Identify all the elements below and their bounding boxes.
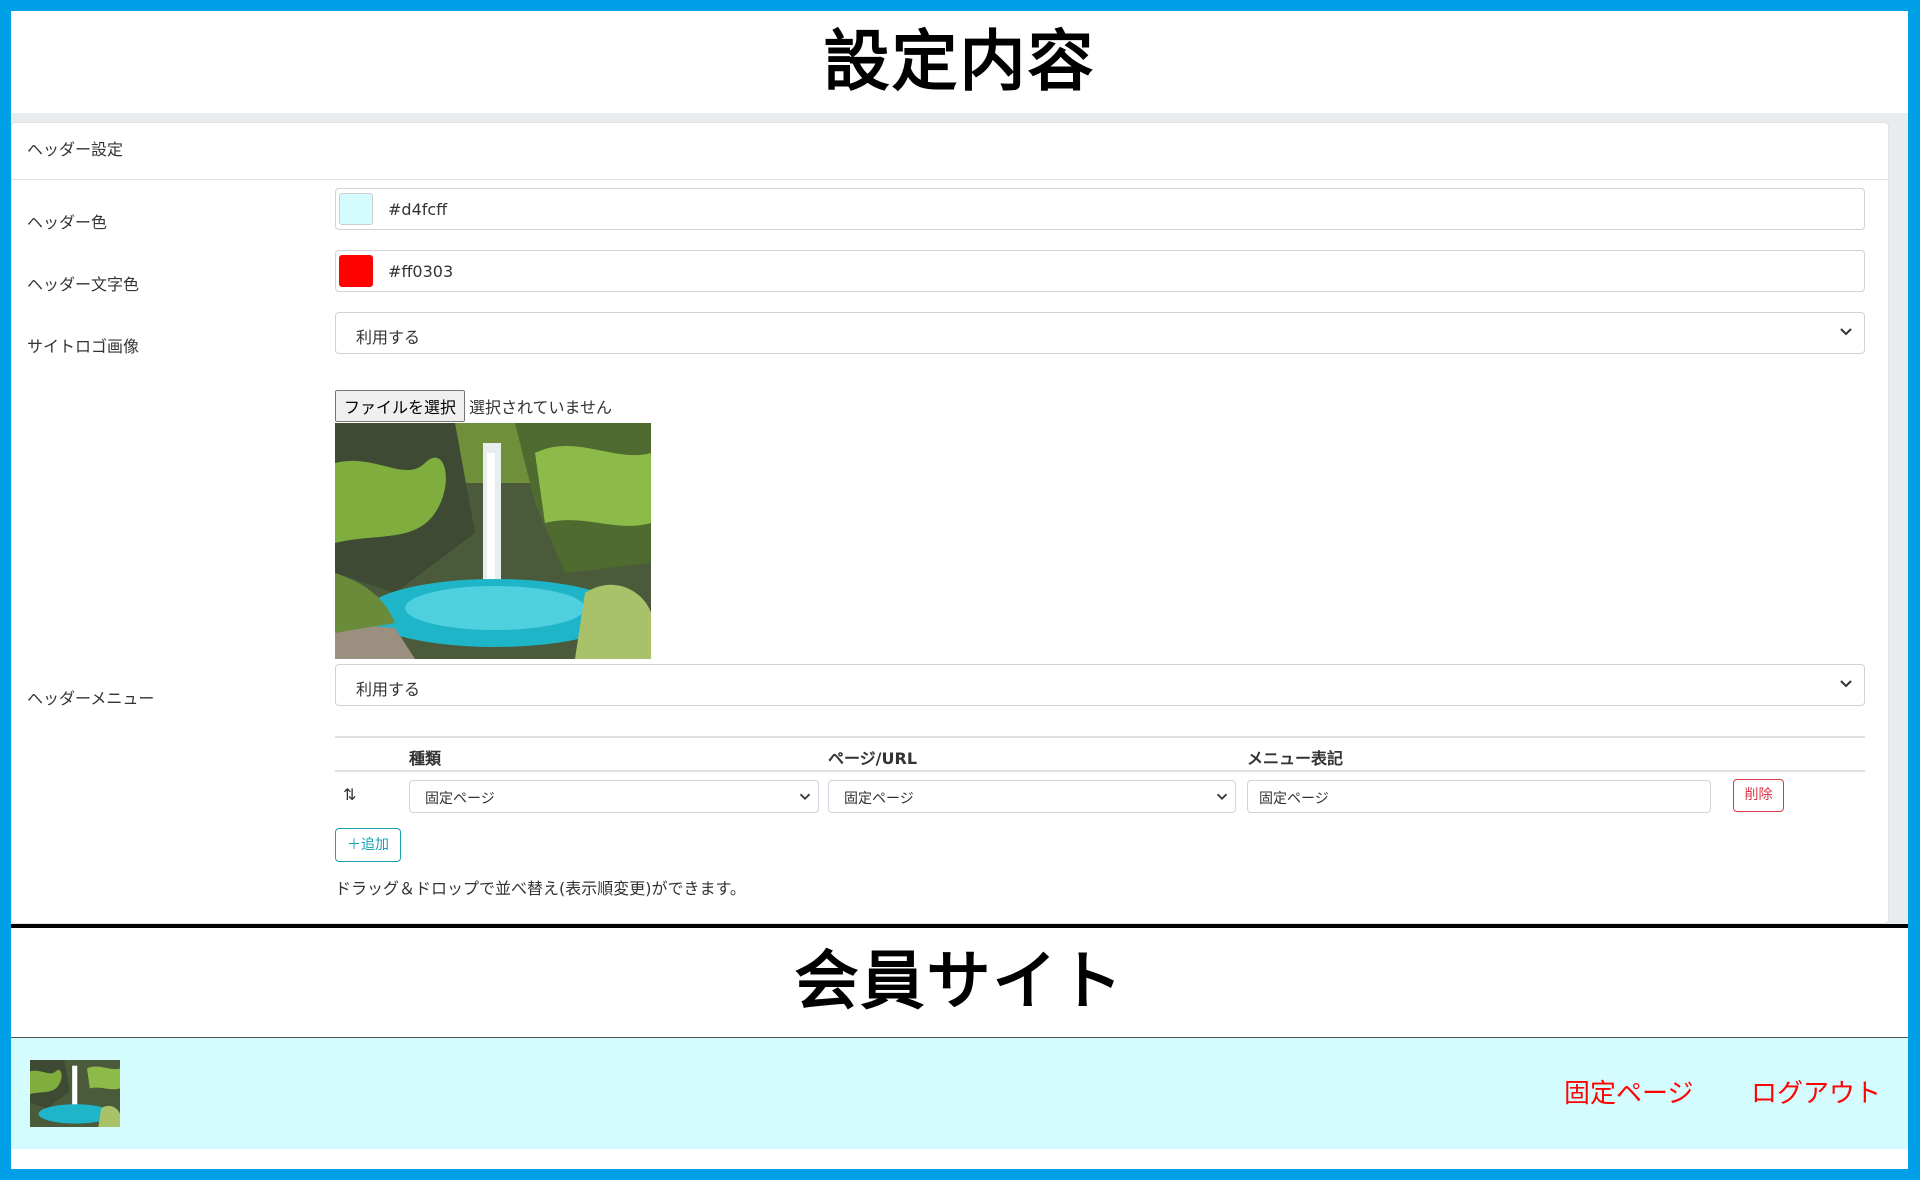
menu-type-value: 固定ページ bbox=[425, 791, 495, 807]
waterfall-image bbox=[335, 423, 651, 659]
site-logo[interactable] bbox=[30, 1060, 120, 1127]
header-menu-label: ヘッダーメニュー bbox=[27, 689, 155, 708]
nav-link-fixed-page[interactable]: 固定ページ bbox=[1564, 1073, 1693, 1110]
page-frame: 設定内容 ヘッダー設定 ヘッダー色 #d4fcff ヘッダー文字色 #ff030… bbox=[11, 11, 1908, 1169]
column-header-menu-label: メニュー表記 bbox=[1247, 749, 1344, 768]
drag-handle-icon[interactable]: ⇅ bbox=[343, 785, 356, 804]
waterfall-logo-image bbox=[30, 1060, 120, 1127]
file-chooser: ファイルを選択 選択されていません bbox=[335, 390, 612, 422]
logo-preview-image bbox=[335, 423, 651, 659]
header-color-value: #d4fcff bbox=[388, 200, 448, 219]
header-text-color-swatch[interactable] bbox=[339, 255, 373, 287]
header-color-swatch[interactable] bbox=[339, 193, 373, 225]
header-menu-selected: 利用する bbox=[356, 680, 421, 699]
menu-page-value: 固定ページ bbox=[844, 791, 914, 807]
header-menu-select[interactable]: 利用する bbox=[335, 664, 1865, 706]
bottom-strip bbox=[11, 1149, 1908, 1169]
column-header-page-url: ページ/URL bbox=[828, 749, 918, 768]
settings-title: 設定内容 bbox=[823, 23, 1096, 100]
file-status: 選択されていません bbox=[469, 398, 613, 417]
chevron-down-icon bbox=[1840, 328, 1852, 336]
drag-help-text: ドラッグ＆ドロップで並べ替え(表示順変更)ができます。 bbox=[335, 879, 746, 898]
menu-table: 種類 ページ/URL メニュー表記 ⇅ 固定ページ 固定ページ 固定ページ 削除 bbox=[335, 736, 1865, 820]
menu-label-value: 固定ページ bbox=[1259, 791, 1329, 807]
card-header: ヘッダー設定 bbox=[12, 123, 1888, 180]
column-header-type: 種類 bbox=[409, 749, 442, 768]
header-color-label: ヘッダー色 bbox=[27, 213, 108, 232]
delete-button[interactable]: 削除 bbox=[1733, 779, 1784, 812]
menu-label-input[interactable]: 固定ページ bbox=[1247, 780, 1711, 813]
header-text-color-label: ヘッダー文字色 bbox=[27, 275, 140, 294]
site-logo-selected: 利用する bbox=[356, 328, 421, 347]
chevron-down-icon bbox=[799, 793, 811, 800]
header-color-field[interactable]: #d4fcff bbox=[335, 188, 1865, 230]
site-logo-select[interactable]: 利用する bbox=[335, 312, 1865, 354]
chevron-down-icon bbox=[1840, 680, 1852, 688]
header-text-color-value: #ff0303 bbox=[388, 262, 454, 281]
table-row: ⇅ 固定ページ 固定ページ 固定ページ 削除 bbox=[335, 772, 1865, 820]
nav-link-logout[interactable]: ログアウト bbox=[1751, 1073, 1881, 1110]
member-site-title: 会員サイト bbox=[794, 945, 1125, 1019]
member-site-header: 固定ページ ログアウト bbox=[11, 1037, 1908, 1149]
chevron-down-icon bbox=[1216, 793, 1228, 800]
header-settings-card: ヘッダー設定 ヘッダー色 #d4fcff ヘッダー文字色 #ff0303 サイト… bbox=[11, 122, 1889, 924]
choose-file-button[interactable]: ファイルを選択 bbox=[335, 390, 466, 422]
header-text-color-field[interactable]: #ff0303 bbox=[335, 250, 1865, 292]
table-header: 種類 ページ/URL メニュー表記 bbox=[335, 736, 1865, 772]
menu-page-select[interactable]: 固定ページ bbox=[828, 780, 1236, 813]
menu-type-select[interactable]: 固定ページ bbox=[409, 780, 819, 813]
add-menu-button[interactable]: ＋追加 bbox=[335, 828, 401, 862]
site-logo-label: サイトロゴ画像 bbox=[27, 337, 140, 356]
